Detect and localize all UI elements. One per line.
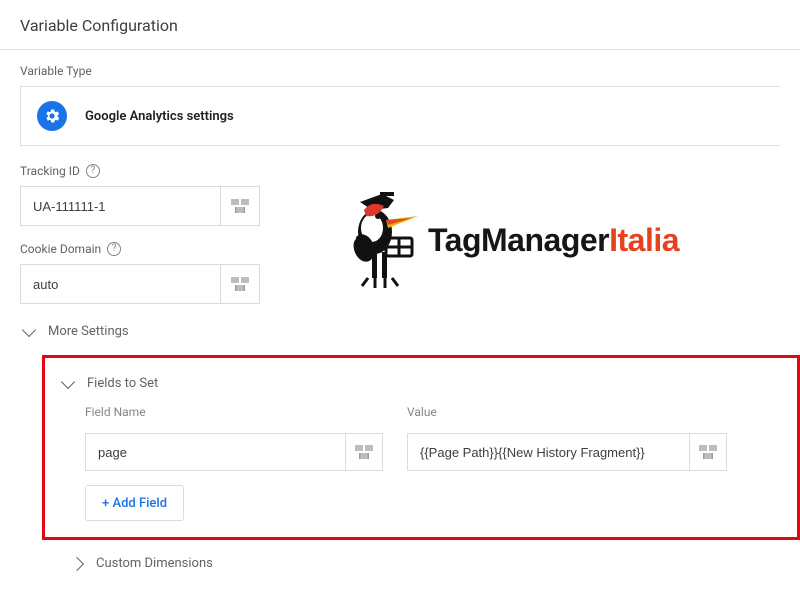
- cookie-domain-label-text: Cookie Domain: [20, 242, 101, 256]
- variable-picker-button[interactable]: [345, 433, 383, 471]
- gear-icon: [37, 101, 67, 131]
- cookie-domain-label: Cookie Domain ?: [20, 242, 780, 256]
- variable-picker-button[interactable]: [220, 264, 260, 304]
- variable-type-value: Google Analytics settings: [85, 109, 234, 124]
- brick-icon: [231, 199, 249, 213]
- tracking-id-label: Tracking ID ?: [20, 164, 780, 178]
- variable-type-label: Variable Type: [20, 64, 780, 78]
- field-value-input[interactable]: [407, 433, 689, 471]
- add-field-button[interactable]: + Add Field: [85, 485, 184, 521]
- tracking-id-row: [20, 186, 780, 226]
- custom-dimensions-toggle[interactable]: Custom Dimensions: [72, 556, 780, 571]
- field-name-column: Field Name: [85, 405, 383, 471]
- tracking-id-input[interactable]: [20, 186, 220, 226]
- brick-icon: [355, 445, 373, 459]
- page-title-text: Variable Configuration: [20, 16, 178, 35]
- fields-to-set-toggle[interactable]: Fields to Set: [59, 374, 783, 405]
- cookie-domain-input[interactable]: [20, 264, 220, 304]
- more-settings-label: More Settings: [48, 324, 129, 339]
- variable-picker-button[interactable]: [220, 186, 260, 226]
- tracking-id-label-text: Tracking ID: [20, 164, 80, 178]
- brick-icon: [231, 277, 249, 291]
- main-content: Variable Type Google Analytics settings …: [0, 50, 800, 571]
- variable-type-label-text: Variable Type: [20, 64, 92, 78]
- fields-to-set-grid: Field Name Value: [59, 405, 783, 471]
- table-row: [85, 433, 383, 471]
- custom-dimensions-label: Custom Dimensions: [96, 556, 213, 571]
- chevron-down-icon: [61, 374, 75, 388]
- page-title: Variable Configuration: [0, 0, 800, 50]
- field-value-header: Value: [407, 405, 727, 419]
- fields-to-set-section: Fields to Set Field Name Value: [42, 355, 800, 540]
- chevron-right-icon: [70, 556, 84, 570]
- brick-icon: [699, 445, 717, 459]
- help-icon[interactable]: ?: [107, 242, 121, 256]
- help-icon[interactable]: ?: [86, 164, 100, 178]
- variable-picker-button[interactable]: [689, 433, 727, 471]
- field-name-input[interactable]: [85, 433, 345, 471]
- cookie-domain-row: [20, 264, 780, 304]
- more-settings-toggle[interactable]: More Settings: [24, 320, 780, 343]
- field-value-column: Value: [407, 405, 727, 471]
- add-field-label: + Add Field: [102, 496, 167, 511]
- table-row: [407, 433, 727, 471]
- field-name-header: Field Name: [85, 405, 383, 419]
- variable-type-selector[interactable]: Google Analytics settings: [20, 86, 780, 146]
- fields-to-set-label: Fields to Set: [87, 376, 158, 391]
- chevron-down-icon: [22, 322, 36, 336]
